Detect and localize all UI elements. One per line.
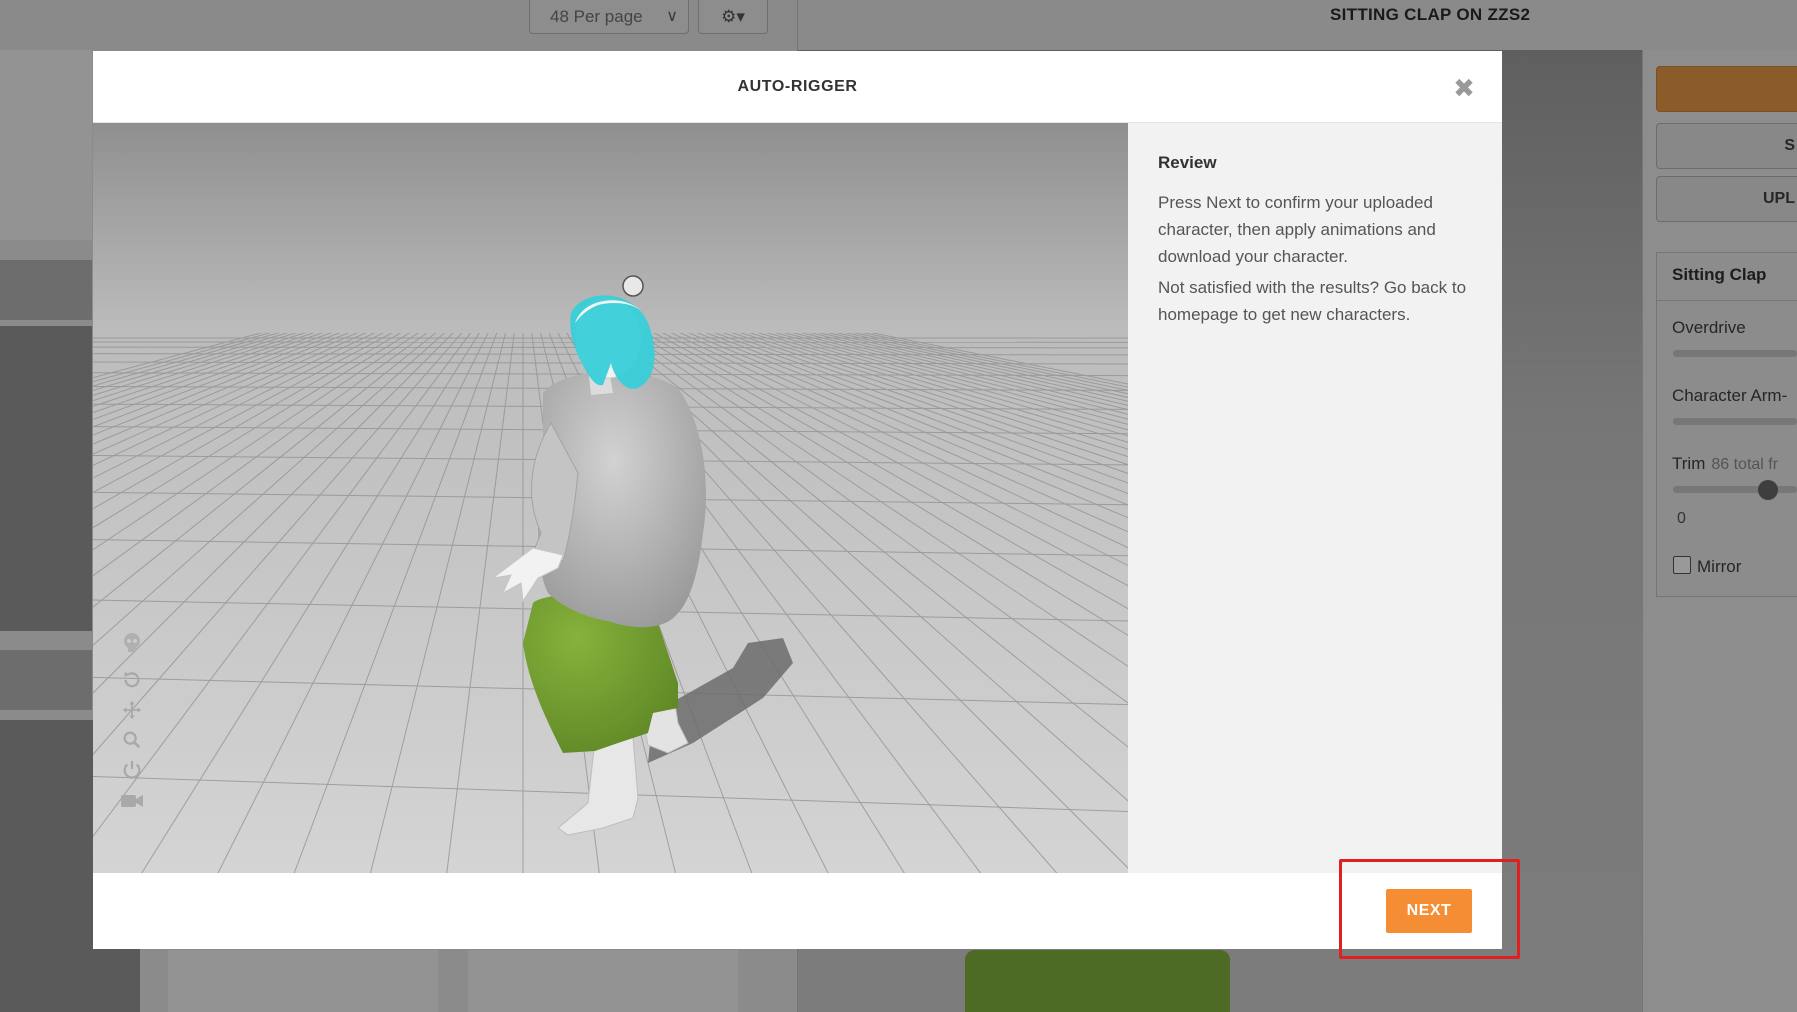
auto-rigger-modal: AUTO-RIGGER ✖ Review Press Next to confi… [93,51,1502,949]
review-panel: Review Press Next to confirm your upload… [1128,123,1502,873]
trim-slider-handle[interactable] [1758,480,1778,500]
next-button[interactable]: NEXT [1386,889,1472,933]
modal-header: AUTO-RIGGER ✖ [93,51,1502,123]
review-instructions: Press Next to confirm your uploaded char… [1158,193,1436,266]
animation-thumbnail[interactable] [0,260,92,320]
chevron-down-icon: ∨ [666,8,678,25]
animation-thumbnail[interactable] [0,326,92,631]
animation-thumbnail[interactable] [0,50,92,240]
upload-button[interactable]: UPL [1656,176,1797,222]
reset-icon[interactable] [120,668,144,692]
overdrive-slider[interactable] [1673,350,1797,357]
camera-icon[interactable] [120,789,144,813]
modal-title: AUTO-RIGGER [737,78,858,95]
mirror-checkbox[interactable] [1673,556,1691,574]
3d-viewport[interactable] [93,123,1128,873]
gear-icon: ⚙▾ [721,6,745,26]
trim-label: Trim 86 total fr [1672,454,1778,474]
divider [1657,300,1797,301]
character-preview-scene [93,123,1128,873]
settings-dropdown-button[interactable]: ⚙▾ [698,0,768,34]
trim-start-value: 0 [1677,510,1686,527]
animation-thumbnail[interactable] [468,950,738,1012]
animation-title: SITTING CLAP ON ZZS2 [1330,5,1531,24]
close-icon[interactable]: ✖ [1451,75,1477,101]
skeleton-icon[interactable] [120,631,144,655]
modal-footer [93,873,1502,949]
zoom-icon[interactable] [120,728,144,752]
animation-thumbnail[interactable] [168,950,438,1012]
per-page-value: 48 Per page [550,6,643,26]
review-heading: Review [1158,153,1217,172]
trim-slider[interactable] [1673,486,1797,493]
per-page-select[interactable]: 48 Per page ∨ [529,0,689,34]
character-hair-bun [622,275,644,297]
trim-label-text: Trim [1672,454,1706,473]
secondary-action-button[interactable]: S [1656,123,1797,169]
review-retry-note: Not satisfied with the results? Go back … [1158,278,1467,324]
arm-space-label: Character Arm- [1672,386,1788,405]
settings-card-title: Sitting Clap [1672,265,1767,284]
mirror-label: Mirror [1697,557,1742,576]
animation-thumbnail[interactable] [0,650,92,710]
power-icon[interactable] [120,758,144,782]
primary-action-button[interactable] [1656,66,1797,112]
preview-character [965,950,1230,1012]
trim-frames: 86 total fr [1711,456,1779,473]
pan-icon[interactable] [120,698,144,722]
overdrive-label: Overdrive [1672,318,1746,337]
arm-space-slider[interactable] [1673,418,1797,425]
